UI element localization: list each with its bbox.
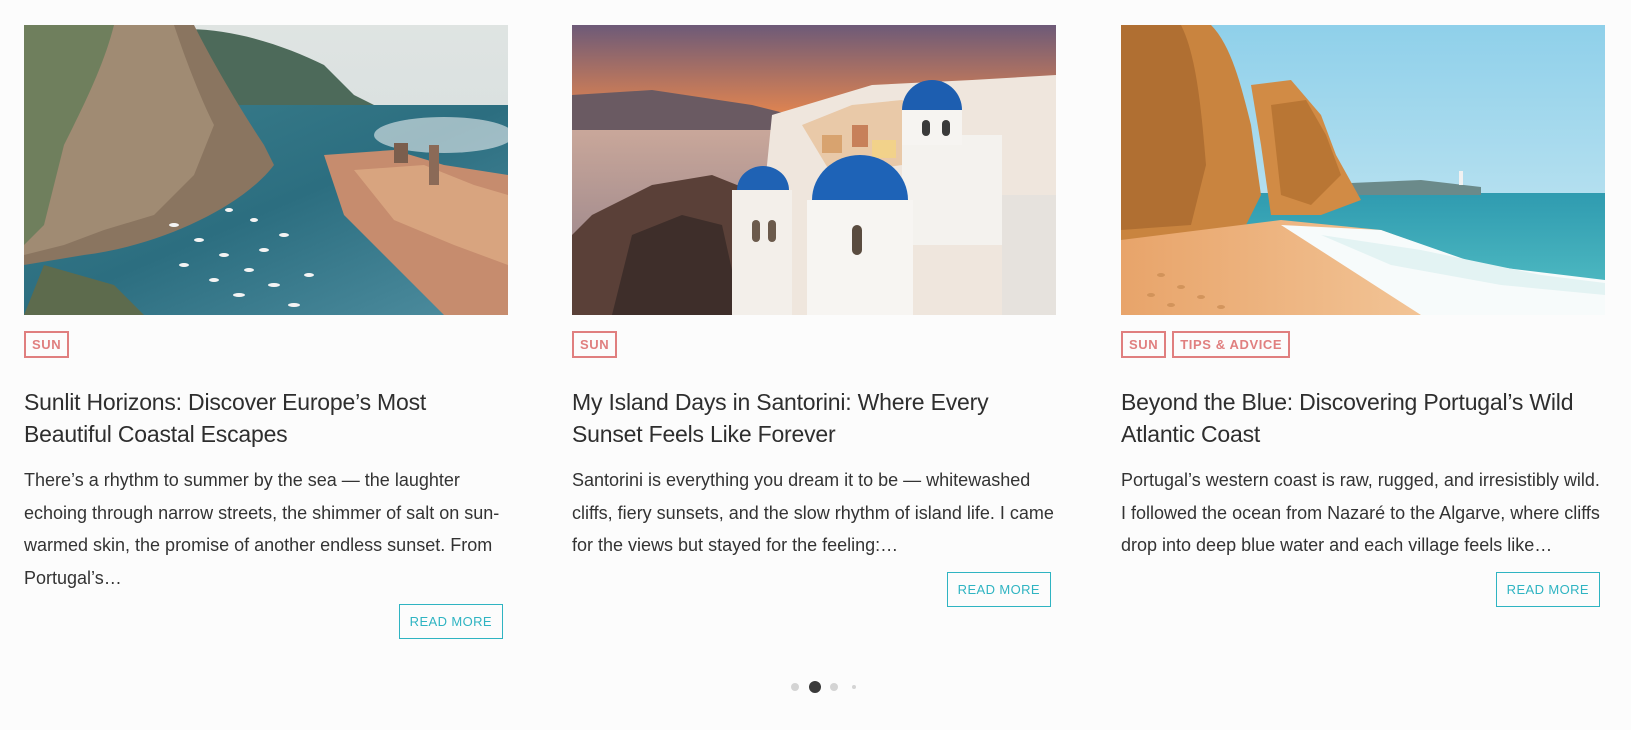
post-card: SUN My Island Days in Santorini: Where E… (572, 25, 1056, 607)
read-more-button[interactable]: READ MORE (946, 571, 1051, 607)
pagination-dot-active[interactable] (809, 681, 821, 693)
post-tags: SUN (572, 331, 1056, 358)
pagination-dot[interactable] (830, 683, 838, 691)
post-card: SUN Sunlit Horizons: Discover Europe’s M… (24, 25, 508, 639)
post-title[interactable]: Beyond the Blue: Discovering Portugal’s … (1121, 386, 1605, 450)
pagination-dot[interactable] (791, 683, 799, 691)
post-card: SUN TIPS & ADVICE Beyond the Blue: Disco… (1121, 25, 1605, 607)
post-image-coastal-harbor[interactable] (24, 25, 508, 315)
post-excerpt: There’s a rhythm to summer by the sea — … (24, 470, 500, 588)
post-title[interactable]: Sunlit Horizons: Discover Europe’s Most … (24, 386, 508, 450)
tag-sun[interactable]: SUN (1121, 331, 1167, 358)
post-title[interactable]: My Island Days in Santorini: Where Every… (572, 386, 1056, 450)
tag-tips-advice[interactable]: TIPS & ADVICE (1172, 331, 1291, 358)
carousel-pagination (0, 680, 1631, 694)
read-more-button[interactable]: READ MORE (1495, 571, 1600, 607)
read-more-button[interactable]: READ MORE (398, 604, 503, 639)
post-image-atlantic-coast[interactable] (1121, 25, 1605, 315)
post-tags: SUN (24, 331, 508, 358)
post-excerpt: Santorini is everything you dream it to … (572, 470, 1054, 555)
tag-sun[interactable]: SUN (572, 331, 618, 358)
post-image-santorini[interactable] (572, 25, 1056, 315)
post-tags: SUN TIPS & ADVICE (1121, 331, 1605, 358)
blog-post-carousel: SUN Sunlit Horizons: Discover Europe’s M… (0, 0, 1631, 730)
pagination-dot[interactable] (852, 685, 856, 689)
tag-sun[interactable]: SUN (24, 331, 70, 358)
post-excerpt: Portugal’s western coast is raw, rugged,… (1121, 470, 1600, 555)
